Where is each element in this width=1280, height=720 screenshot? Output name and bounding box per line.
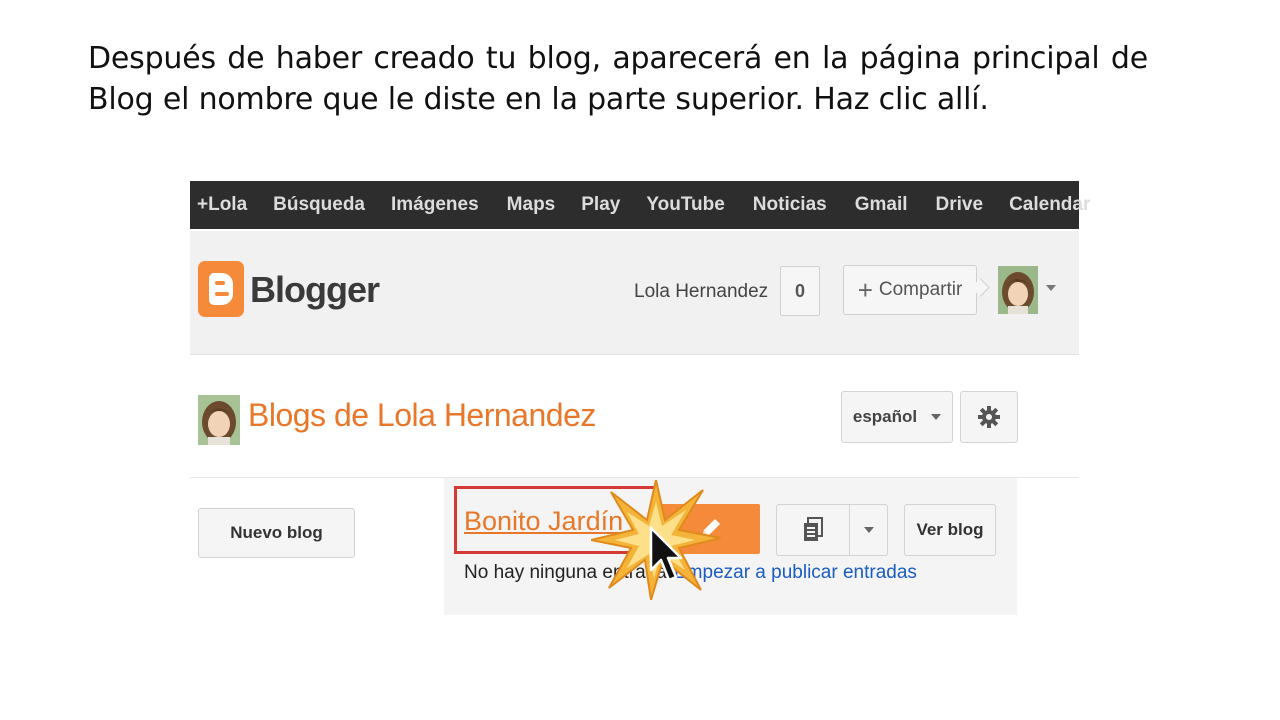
chevron-down-icon — [863, 527, 874, 533]
new-blog-button[interactable]: Nuevo blog — [198, 508, 355, 558]
blogger-logo-text[interactable]: Blogger — [250, 269, 380, 311]
posts-list-button[interactable] — [776, 504, 888, 556]
chevron-down-icon[interactable] — [1046, 285, 1056, 291]
mouse-cursor-icon — [649, 526, 683, 582]
blogger-screenshot: +Lola Búsqueda Imágenes Maps Play YouTub… — [190, 181, 1090, 621]
gbar-item-play[interactable]: Play — [581, 194, 620, 216]
gbar-item-images[interactable]: Imágenes — [391, 194, 479, 216]
instruction-caption: Después de haber creado tu blog, aparece… — [88, 41, 1148, 117]
view-blog-button[interactable]: Ver blog — [904, 504, 996, 556]
blogger-logo-icon[interactable] — [198, 261, 244, 317]
user-name[interactable]: Lola Hernandez — [634, 281, 768, 303]
blog-list-item: Bonito Jardín Ver blog No hay ninguna en… — [444, 478, 1017, 615]
share-button[interactable]: + Compartir — [843, 265, 977, 315]
gear-icon — [978, 406, 1000, 428]
blogs-title-row: Blogs de Lola Hernandez español — [190, 355, 1079, 478]
google-top-bar: +Lola Búsqueda Imágenes Maps Play YouTub… — [190, 181, 1090, 229]
avatar-icon[interactable] — [998, 266, 1038, 314]
gbar-item-calendar[interactable]: Calendar — [1009, 194, 1090, 216]
language-value: español — [852, 407, 918, 426]
notification-count[interactable]: 0 — [780, 266, 820, 316]
avatar-icon — [198, 395, 240, 445]
gbar-item-news[interactable]: Noticias — [753, 194, 827, 216]
pages-icon — [804, 517, 823, 541]
share-label: Compartir — [878, 279, 963, 300]
gbar-item-youtube[interactable]: YouTube — [646, 194, 724, 216]
gbar-item-profile[interactable]: +Lola — [197, 194, 247, 216]
page-title: Blogs de Lola Hernandez — [248, 397, 596, 433]
pages-button-main[interactable] — [777, 505, 850, 555]
language-select[interactable]: español — [841, 391, 953, 443]
gbar-item-gmail[interactable]: Gmail — [855, 194, 908, 216]
settings-button[interactable] — [960, 391, 1018, 443]
blogger-header: Blogger Lola Hernandez 0 + Compartir — [190, 231, 1079, 355]
blog-list-area: Nuevo blog Bonito Jardín Ver blog No hay… — [190, 478, 1079, 621]
gbar-item-maps[interactable]: Maps — [507, 194, 556, 216]
chevron-down-icon — [931, 414, 942, 420]
pages-dropdown-toggle[interactable] — [850, 505, 887, 555]
gbar-item-search[interactable]: Búsqueda — [273, 194, 365, 216]
gbar-item-drive[interactable]: Drive — [936, 194, 984, 216]
plus-icon: + — [857, 275, 873, 305]
